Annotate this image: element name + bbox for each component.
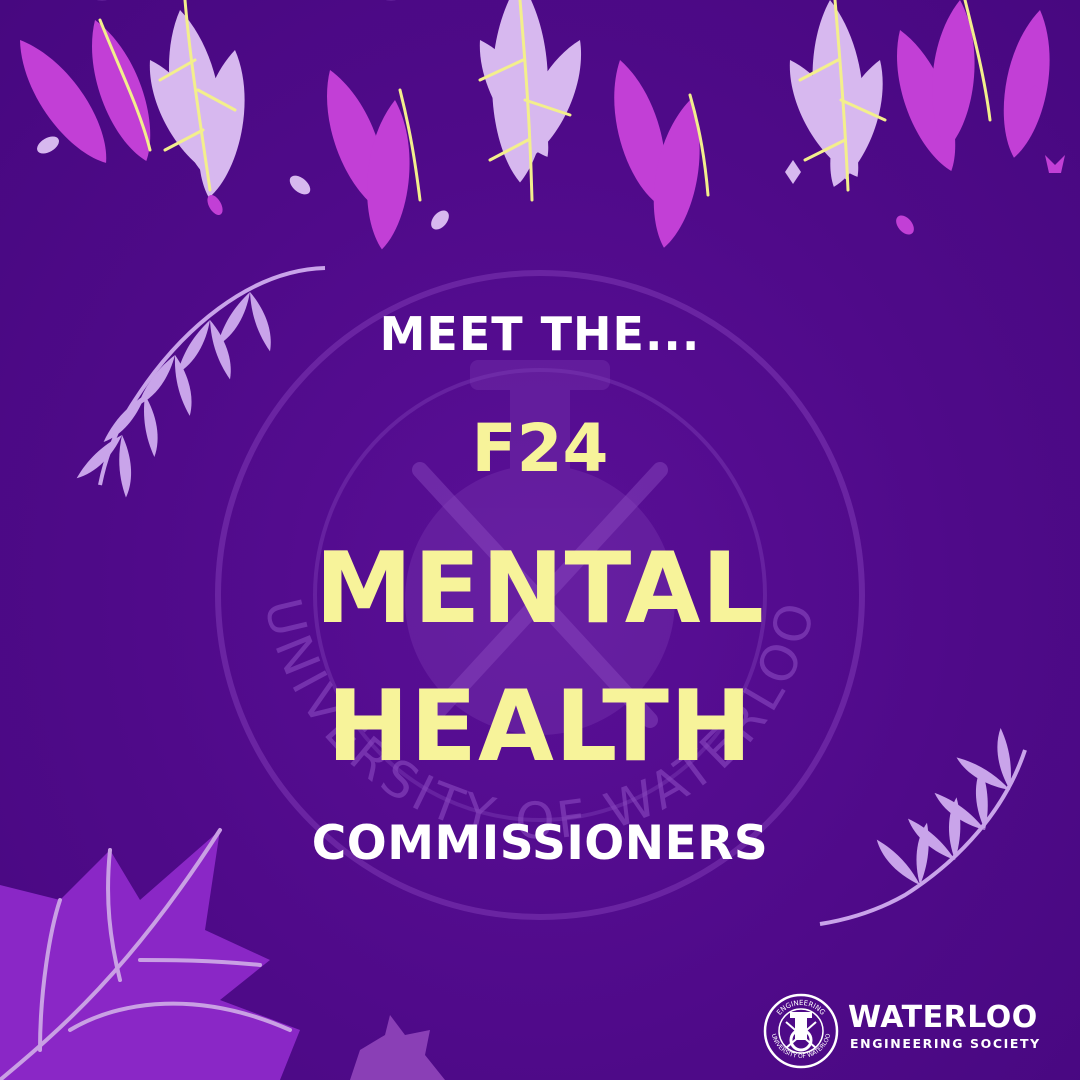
intro-text: MEET THE... <box>379 307 701 361</box>
role-text: COMMISSIONERS <box>311 816 769 871</box>
poster: ENGINEERING UNIVERSITY OF WATERLOO <box>0 0 1080 1080</box>
logo-secondary-text: ENGINEERING SOCIETY <box>850 1036 1041 1051</box>
waterloo-engineering-society-logo: ENGINEERING UNIVERSITY OF WATERLOO WATER… <box>762 992 1062 1069</box>
headline-line-1: MENTAL <box>314 532 765 646</box>
engineering-seal-icon: ENGINEERING UNIVERSITY OF WATERLOO <box>763 993 839 1069</box>
term-label: F24 <box>471 410 609 487</box>
logo-primary-text: WATERLOO <box>848 1000 1038 1035</box>
headline-line-2: HEALTH <box>327 670 753 784</box>
